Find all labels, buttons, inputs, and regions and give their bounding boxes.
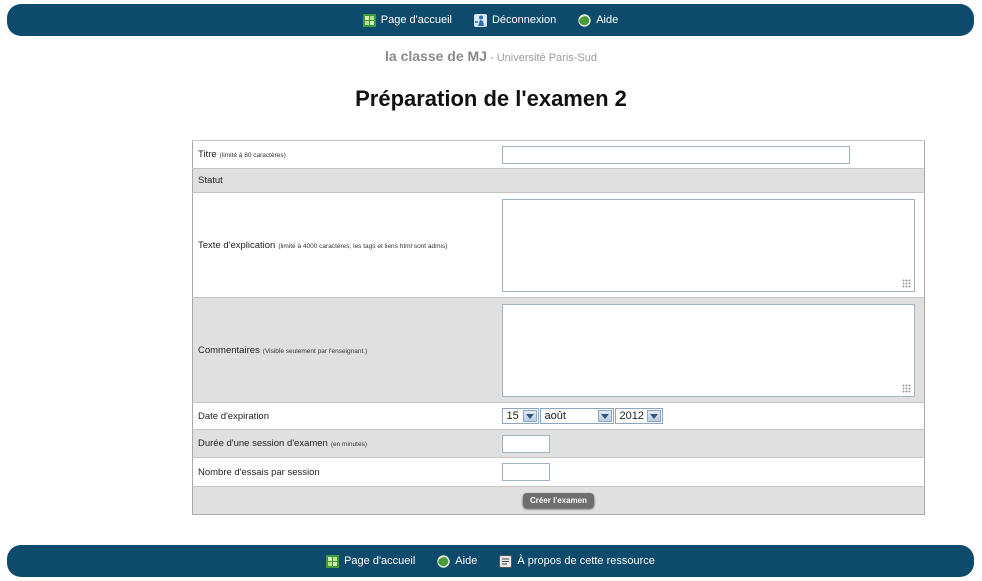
bottom-navbar: Page d'accueil Aide À propos de cette re… <box>7 545 974 581</box>
statut-label: Statut <box>198 175 223 186</box>
date-label: Date d'expiration <box>198 410 269 422</box>
titre-input-cell <box>496 140 925 169</box>
essais-input-cell <box>496 457 925 487</box>
duree-label-cell: Durée d'une session d'examen (en minutes) <box>192 429 497 458</box>
date-label-cell: Date d'expiration <box>192 402 497 430</box>
form-row-commentaires: Commentaires (Visible seulement par l'ens… <box>192 297 925 403</box>
site-subtitle: la classe de MJ - Université Paris-Sud <box>0 48 982 64</box>
commentaires-input-cell <box>496 297 925 403</box>
home-icon <box>326 554 340 568</box>
texte-input-cell <box>496 192 925 298</box>
month-select[interactable]: août <box>539 408 614 424</box>
top-navbar: Page d'accueil Déconnexion Aide <box>7 4 974 40</box>
date-input-cell: 15 août 2012 <box>496 402 925 430</box>
nav-home-label: Page d'accueil <box>380 14 452 26</box>
statut-label-cell: Statut <box>192 168 497 193</box>
commentaires-label: Commentaires <box>198 344 260 356</box>
titre-hint: (limité à 80 caractères) <box>219 152 286 159</box>
month-value: août <box>544 410 566 422</box>
help-icon <box>437 554 450 568</box>
form-row-submit: Créer l'examen <box>192 486 925 515</box>
form-row-essais: Nombre d'essais par session <box>192 457 925 487</box>
footer-home-link[interactable]: Page d'accueil <box>326 554 416 568</box>
year-value: 2012 <box>619 410 644 422</box>
footer-help-label: Aide <box>455 555 478 567</box>
form-row-duree: Durée d'une session d'examen (en minutes) <box>192 429 925 458</box>
form-row-date: Date d'expiration 15 août 2012 <box>192 402 925 430</box>
day-select[interactable]: 15 <box>501 408 539 424</box>
institution-name: - Université Paris-Sud <box>490 52 597 64</box>
essais-label: Nombre d'essais par session <box>198 466 320 478</box>
nav-home-link[interactable]: Page d'accueil <box>362 13 452 27</box>
form-row-texte: Texte d'explication (limité à 4000 caract… <box>192 192 925 298</box>
resize-grip-icon[interactable] <box>901 278 911 288</box>
help-icon <box>578 13 591 27</box>
chevron-down-icon <box>522 410 537 422</box>
duree-input-cell <box>496 429 925 458</box>
commentaires-textarea[interactable] <box>501 303 915 397</box>
footer-about-label: À propos de cette ressource <box>517 555 655 567</box>
footer-about-link[interactable]: À propos de cette ressource <box>499 554 655 568</box>
year-select[interactable]: 2012 <box>614 408 663 424</box>
essais-input[interactable] <box>501 463 550 481</box>
texte-label-cell: Texte d'explication (limité à 4000 caract… <box>192 192 497 298</box>
texte-textarea[interactable] <box>501 198 915 292</box>
commentaires-label-cell: Commentaires (Visible seulement par l'ens… <box>192 297 497 403</box>
nav-logout-label: Déconnexion <box>491 14 557 26</box>
footer-help-link[interactable]: Aide <box>437 554 478 568</box>
statut-value-cell <box>496 168 925 193</box>
chevron-down-icon <box>597 410 612 422</box>
titre-label: Titre <box>198 149 217 160</box>
duree-input[interactable] <box>501 434 550 453</box>
submit-cell: Créer l'examen <box>192 486 925 515</box>
form-row-titre: Titre (limité à 80 caractères) <box>192 140 925 169</box>
footer-home-label: Page d'accueil <box>344 555 416 567</box>
document-icon <box>499 554 513 568</box>
logout-icon <box>473 13 487 27</box>
texte-hint: (limité à 4000 caractères; les tags et l… <box>278 242 448 250</box>
commentaires-hint: (Visible seulement par l'enseignant.) <box>262 347 368 355</box>
duree-hint: (en minutes) <box>330 441 367 448</box>
texte-label: Texte d'explication <box>198 239 276 251</box>
chevron-down-icon <box>646 410 661 422</box>
home-icon <box>362 13 376 27</box>
titre-input[interactable] <box>501 145 850 164</box>
page-title: Préparation de l'examen 2 <box>355 86 627 111</box>
duree-label: Durée d'une session d'examen <box>198 438 328 449</box>
nav-help-label: Aide <box>596 14 619 26</box>
exam-form: Titre (limité à 80 caractères) Statut Tex… <box>192 140 925 515</box>
resize-grip-icon[interactable] <box>901 383 911 393</box>
day-value: 15 <box>506 410 519 422</box>
nav-help-link[interactable]: Aide <box>578 13 619 27</box>
class-name: la classe de MJ <box>385 48 487 64</box>
create-exam-button[interactable]: Créer l'examen <box>522 493 595 508</box>
form-row-statut: Statut <box>192 168 925 193</box>
nav-logout-link[interactable]: Déconnexion <box>473 13 557 27</box>
essais-label-cell: Nombre d'essais par session <box>192 457 497 487</box>
titre-label-cell: Titre (limité à 80 caractères) <box>192 140 497 169</box>
